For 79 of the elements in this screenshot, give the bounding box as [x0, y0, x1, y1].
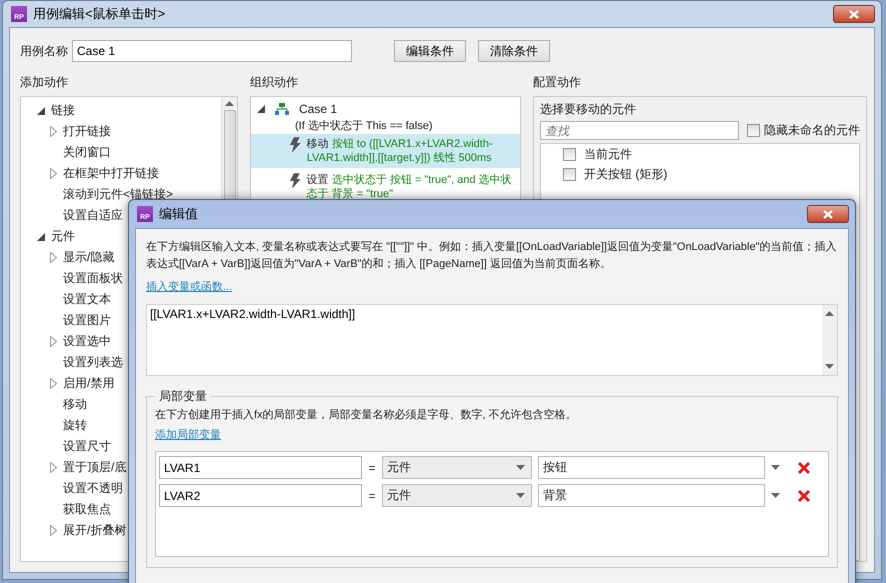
tree-item[interactable]: 设置图片 — [63, 312, 111, 329]
type-dropdown[interactable]: 元件 — [382, 456, 532, 479]
case-name[interactable]: Case 1 — [299, 102, 338, 116]
variable-name-field[interactable]: LVAR1 — [159, 456, 362, 479]
tree-item[interactable]: 滚动到元件<锚链接> — [63, 186, 174, 203]
type-dropdown[interactable]: 元件 — [382, 484, 532, 507]
dialog-title: 编辑值 — [159, 205, 198, 223]
expand-arrow-icon[interactable] — [50, 462, 56, 473]
delete-icon[interactable] — [798, 462, 810, 474]
target-field[interactable]: 背景 — [538, 484, 765, 507]
section-heading: 添加动作 — [20, 74, 69, 89]
case-name-field[interactable]: Case 1 — [72, 40, 352, 62]
collapse-arrow-icon[interactable] — [37, 232, 45, 240]
checkbox[interactable] — [563, 148, 576, 160]
tree-item[interactable]: 获取焦点 — [63, 501, 111, 518]
tree-item[interactable]: 旋转 — [63, 417, 87, 434]
dropdown-caret-icon[interactable] — [516, 493, 525, 498]
collapse-arrow-icon[interactable] — [257, 105, 265, 113]
tree-item[interactable]: 设置面板状 — [63, 270, 123, 287]
tree-item[interactable]: 设置列表选 — [63, 354, 123, 371]
tree-item[interactable]: 在框架中打开链接 — [63, 165, 159, 182]
equals-sign: = — [367, 460, 376, 474]
variable-name-field[interactable]: LVAR2 — [159, 484, 362, 507]
checkbox[interactable] — [563, 168, 576, 180]
equals-sign: = — [367, 488, 376, 502]
insert-variable-link[interactable]: 插入变量或函数... — [146, 279, 232, 294]
tree-item[interactable]: 设置文本 — [63, 291, 111, 308]
section-heading: 组织动作 — [250, 74, 299, 89]
checkbox[interactable] — [747, 124, 760, 137]
tree-item[interactable]: 关闭窗口 — [63, 144, 111, 161]
delete-icon[interactable] — [798, 490, 810, 502]
expand-arrow-icon[interactable] — [50, 336, 56, 347]
local-variables-text: 在下方创建用于插入fx的局部变量，局部变量名称必须是字母、数字, 不允许包含空格。 — [155, 408, 578, 423]
edit-condition-button[interactable]: 编辑条件 — [394, 40, 466, 62]
tree-item[interactable]: 启用/禁用 — [63, 375, 114, 392]
lightning-icon — [289, 173, 301, 189]
dropdown-caret-icon[interactable] — [771, 465, 780, 470]
widget-item[interactable]: 当前元件 — [584, 146, 632, 162]
flowchart-icon — [275, 103, 289, 115]
tree-group[interactable]: 元件 — [51, 228, 75, 245]
close-icon[interactable] — [849, 10, 859, 18]
panel-title: 选择要移动的元件 — [540, 101, 637, 118]
action-row[interactable]: 移动 按钮 to ([[LVAR1.x+LVAR2.width-LVAR1.width]],[[target.y]]) 线性 500ms — [251, 134, 520, 168]
close-icon[interactable] — [823, 210, 833, 218]
scroll-up-icon[interactable] — [225, 101, 234, 106]
add-variable-link[interactable]: 添加局部变量 — [155, 427, 221, 442]
collapse-arrow-icon[interactable] — [37, 106, 45, 114]
target-field[interactable]: 按钮 — [538, 456, 765, 479]
expand-arrow-icon[interactable] — [50, 168, 56, 179]
tree-item[interactable]: 设置选中 — [63, 333, 111, 350]
window-title: 用例编辑<鼠标单击时> — [33, 5, 166, 23]
dropdown-caret-icon[interactable] — [516, 465, 525, 470]
close-button[interactable] — [807, 205, 849, 223]
tree-item[interactable]: 打开链接 — [63, 123, 111, 140]
tree-item[interactable]: 显示/隐藏 — [63, 249, 114, 266]
section-heading: 配置动作 — [533, 74, 582, 89]
tree-item[interactable]: 设置不透明 — [63, 480, 123, 497]
tree-item[interactable]: 设置自适应 — [63, 207, 123, 224]
group-legend: 局部变量 — [155, 388, 211, 405]
widget-item[interactable]: 开关按钮 (矩形) — [584, 166, 668, 182]
expand-arrow-icon[interactable] — [50, 252, 56, 263]
expand-arrow-icon[interactable] — [50, 126, 56, 137]
search-field[interactable]: 查找 — [540, 121, 739, 140]
tree-item[interactable]: 展开/折叠树 — [63, 522, 126, 539]
case-name-label: 用例名称 — [20, 42, 68, 60]
checkbox-label: 隐藏未命名的元件 — [764, 122, 860, 139]
tree-item[interactable]: 移动 — [63, 396, 87, 413]
lightning-icon — [289, 137, 301, 153]
instructions-text: 在下方编辑区输入文本, 变量名称或表达式要写在 "[[""]]" 中。例如：插入变量[[OnLoadVariable]]返回值为变量"OnLoadVariable"的当前值；插入表达式[[VarA + VarB]]返回值为"VarA + VarB"的和；插入 [[PageName]] 返回值为当前页面名称。 — [146, 240, 838, 272]
clear-condition-button[interactable]: 清除条件 — [478, 40, 550, 62]
expand-arrow-icon[interactable] — [50, 378, 56, 389]
close-button[interactable] — [833, 5, 875, 23]
tree-item[interactable]: 设置尺寸 — [63, 438, 111, 455]
case-condition: (If 选中状态于 This == false) — [294, 118, 434, 132]
tree-group[interactable]: 链接 — [51, 102, 75, 119]
expand-arrow-icon[interactable] — [50, 525, 56, 536]
dropdown-caret-icon[interactable] — [771, 493, 780, 498]
tree-item[interactable]: 置于顶层/底 — [63, 459, 126, 476]
action-row[interactable]: 设置 选中状态于 按钮 = "true", and 选中状态于 背景 = "true" — [251, 170, 520, 204]
